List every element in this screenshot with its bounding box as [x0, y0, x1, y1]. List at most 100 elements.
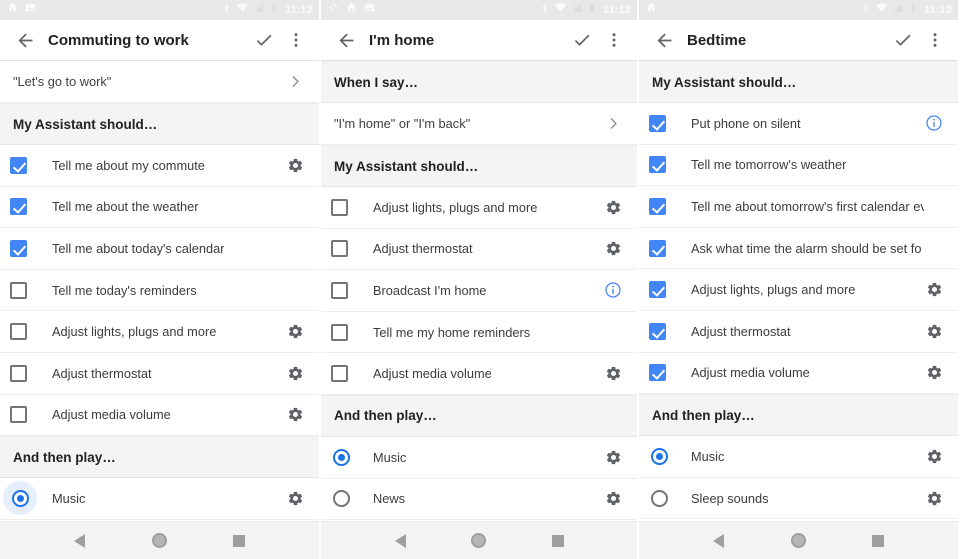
- back-arrow-icon[interactable]: [10, 30, 40, 51]
- nav-back-button[interactable]: [699, 522, 739, 559]
- checkbox-unchecked[interactable]: [10, 323, 27, 341]
- chevron-right-icon[interactable]: [283, 73, 307, 90]
- checkbox-row[interactable]: Adjust media volume: [0, 394, 319, 437]
- checkbox-control[interactable]: [10, 198, 44, 216]
- checkbox-row[interactable]: Adjust thermostat: [0, 352, 319, 395]
- gear-icon[interactable]: [601, 490, 625, 507]
- checkbox-row[interactable]: Tell me about tomorrow's first calendar …: [639, 186, 958, 228]
- radio-control[interactable]: [331, 447, 365, 467]
- checkbox-checked[interactable]: [649, 239, 666, 257]
- radio-control[interactable]: [331, 489, 365, 509]
- checkbox-checked[interactable]: [649, 281, 666, 299]
- radio-control[interactable]: [649, 488, 683, 508]
- checkbox-control[interactable]: [649, 239, 683, 257]
- nav-back-button[interactable]: [60, 522, 100, 559]
- check-icon[interactable]: [251, 25, 277, 55]
- checkbox-control[interactable]: [10, 406, 44, 424]
- checkbox-control[interactable]: [10, 281, 44, 299]
- checkbox-control[interactable]: [10, 323, 44, 341]
- checkbox-unchecked[interactable]: [331, 365, 348, 383]
- radio-row[interactable]: Music: [321, 436, 637, 479]
- checkbox-checked[interactable]: [10, 198, 27, 216]
- checkbox-control[interactable]: [331, 240, 365, 258]
- checkbox-checked[interactable]: [649, 114, 666, 132]
- phrase-row[interactable]: "Let's go to work": [0, 61, 319, 103]
- nav-recents-button[interactable]: [538, 522, 578, 559]
- checkbox-control[interactable]: [649, 197, 683, 215]
- gear-icon[interactable]: [922, 364, 946, 381]
- checkbox-control[interactable]: [331, 198, 365, 216]
- checkbox-row[interactable]: Tell me my home reminders: [321, 311, 637, 354]
- checkbox-row[interactable]: Put phone on silent: [639, 103, 958, 145]
- checkbox-unchecked[interactable]: [331, 323, 348, 341]
- phrase-row[interactable]: "I'm home" or "I'm back": [321, 103, 637, 145]
- back-arrow-icon[interactable]: [331, 30, 361, 51]
- checkbox-checked[interactable]: [649, 156, 666, 174]
- nav-recents-button[interactable]: [219, 522, 259, 559]
- checkbox-checked[interactable]: [649, 364, 666, 382]
- checkbox-unchecked[interactable]: [10, 281, 27, 299]
- gear-icon[interactable]: [283, 406, 307, 423]
- radio-wrap[interactable]: [649, 446, 669, 466]
- checkbox-row[interactable]: Adjust media volume: [321, 353, 637, 395]
- radio-selected[interactable]: [650, 447, 668, 465]
- checkbox-checked[interactable]: [649, 197, 666, 215]
- checkbox-control[interactable]: [649, 156, 683, 174]
- radio-row[interactable]: Music: [639, 436, 958, 478]
- checkbox-control[interactable]: [10, 156, 44, 174]
- checkbox-control[interactable]: [649, 322, 683, 340]
- checkbox-unchecked[interactable]: [331, 240, 348, 258]
- checkbox-control[interactable]: [649, 281, 683, 299]
- checkbox-row[interactable]: Tell me tomorrow's weather: [639, 144, 958, 187]
- nav-back-button[interactable]: [380, 522, 420, 559]
- radio-control[interactable]: [649, 446, 683, 466]
- chevron-right-icon[interactable]: [601, 115, 625, 132]
- nav-home-button[interactable]: [778, 522, 818, 559]
- checkbox-row[interactable]: Adjust lights, plugs and more: [0, 311, 319, 353]
- info-icon[interactable]: [601, 281, 625, 299]
- checkbox-row[interactable]: Adjust lights, plugs and more: [321, 187, 637, 229]
- checkbox-row[interactable]: Adjust lights, plugs and more: [639, 269, 958, 311]
- gear-icon[interactable]: [601, 240, 625, 257]
- radio-wrap[interactable]: [3, 481, 37, 516]
- checkbox-control[interactable]: [331, 365, 365, 383]
- back-arrow-icon[interactable]: [649, 30, 679, 51]
- radio-row[interactable]: News: [321, 478, 637, 521]
- radio-wrap[interactable]: [331, 447, 351, 467]
- checkbox-row[interactable]: Broadcast I'm home: [321, 270, 637, 312]
- gear-icon[interactable]: [922, 281, 946, 298]
- radio-wrap[interactable]: [649, 488, 669, 508]
- checkbox-control[interactable]: [331, 281, 365, 299]
- more-options-icon[interactable]: [283, 25, 309, 55]
- gear-icon[interactable]: [283, 323, 307, 340]
- nav-home-button[interactable]: [459, 522, 499, 559]
- checkbox-row[interactable]: Adjust media volume: [639, 352, 958, 395]
- gear-icon[interactable]: [283, 157, 307, 174]
- radio-selected[interactable]: [332, 448, 350, 466]
- checkbox-control[interactable]: [331, 323, 365, 341]
- nav-recents-button[interactable]: [858, 522, 898, 559]
- checkbox-checked[interactable]: [10, 239, 27, 257]
- nav-home-button[interactable]: [139, 522, 179, 559]
- radio-selected[interactable]: [11, 489, 29, 507]
- radio-row[interactable]: Music: [0, 478, 319, 520]
- radio-unselected[interactable]: [332, 490, 350, 508]
- gear-icon[interactable]: [922, 490, 946, 507]
- checkbox-control[interactable]: [649, 364, 683, 382]
- checkbox-control[interactable]: [649, 114, 683, 132]
- checkbox-unchecked[interactable]: [331, 281, 348, 299]
- gear-icon[interactable]: [601, 449, 625, 466]
- gear-icon[interactable]: [601, 199, 625, 216]
- checkbox-control[interactable]: [10, 364, 44, 382]
- checkbox-unchecked[interactable]: [331, 198, 348, 216]
- gear-icon[interactable]: [283, 490, 307, 507]
- checkbox-row[interactable]: Adjust thermostat: [321, 228, 637, 271]
- checkbox-row[interactable]: Tell me about my commute: [0, 145, 319, 187]
- checkbox-row[interactable]: Adjust thermostat: [639, 310, 958, 353]
- checkbox-checked[interactable]: [10, 156, 27, 174]
- checkbox-unchecked[interactable]: [10, 364, 27, 382]
- checkbox-control[interactable]: [10, 239, 44, 257]
- more-options-icon[interactable]: [601, 25, 627, 55]
- radio-row[interactable]: Sleep sounds: [639, 477, 958, 520]
- radio-wrap[interactable]: [331, 489, 351, 509]
